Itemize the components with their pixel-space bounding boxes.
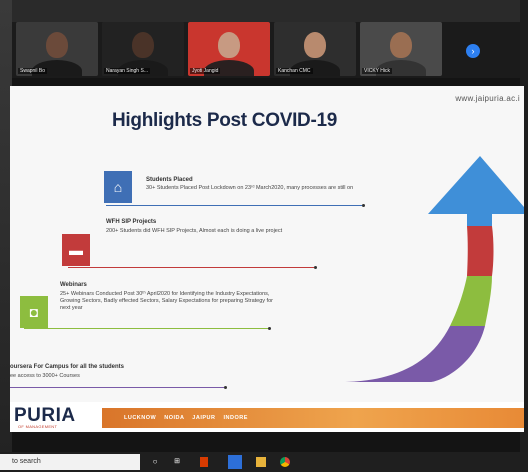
participant-name: Kanchan CMC [276,68,313,74]
participant-strip: Swapnil Bo Narayan Singh S... Jyoti Jang… [12,22,520,78]
chat-icon: ▬ [62,234,90,266]
brand-tagline: OF MANAGEMENT [18,424,58,429]
campus-cities: LUCKNOW NOIDA JAIPUR INDORE [124,415,248,421]
windows-taskbar: to search ○ ⊞ [0,452,528,472]
item-divider-dot [362,204,365,207]
item-divider-dot [314,266,317,269]
participant-face [390,32,412,58]
chrome-icon[interactable] [280,457,290,467]
participant-tile[interactable]: Jyoti Jangid [188,22,270,76]
next-participants-button[interactable]: › [466,44,480,58]
item-divider-dot [224,386,227,389]
cortana-icon[interactable]: ○ [150,457,160,467]
arrow-segment-purple [340,326,485,382]
participant-face [218,32,240,58]
room-top [0,0,528,22]
participant-face [46,32,68,58]
participant-name: VICKY Hick [362,68,393,74]
participant-face [304,32,326,58]
participant-tile[interactable]: Narayan Singh S... [102,22,184,76]
item-divider [106,205,362,206]
app-icon[interactable] [228,455,242,469]
item-divider [68,267,314,268]
slide-footer: PURIA OF MANAGEMENT LUCKNOW NOIDA JAIPUR… [10,402,524,432]
task-view-icon[interactable]: ⊞ [172,457,182,467]
item-divider [24,328,268,329]
participant-name: Jyoti Jangid [190,68,221,74]
item-divider-dot [268,327,271,330]
participant-name: Narayan Singh S... [104,68,150,74]
participant-face [132,32,154,58]
participant-tile[interactable]: VICKY Hick [360,22,442,76]
participant-tile[interactable]: Kanchan CMC [274,22,356,76]
taskbar-search-input[interactable]: to search [0,454,140,470]
office-icon[interactable] [200,457,208,467]
camera-icon: ◘ [20,296,48,328]
home-icon: ⌂ [104,171,132,203]
participant-name: Swapnil Bo [18,68,48,74]
item-heading: Webinars [60,282,87,288]
arrow-segment-green [450,276,492,326]
arrow-segment-blue [428,156,524,226]
item-heading: WFH SIP Projects [106,219,157,225]
chevron-right-icon: › [471,46,475,56]
item-description: 25+ Webinars Conducted Post 30ᵗʰ April20… [60,291,273,311]
participant-tile[interactable]: Swapnil Bo [16,22,98,76]
item-description: ee access to 3000+ Courses [10,373,80,379]
item-description: 200+ Students did WFH SIP Projects, Almo… [106,228,283,234]
item-divider [10,387,224,388]
item-heading: Students Placed [146,177,193,183]
arrow-segment-red [467,226,494,276]
file-explorer-icon[interactable] [256,457,266,467]
item-description: 30+ Students Placed Post Lockdown on 23ʳ… [146,185,354,191]
item-heading: oursera For Campus for all the students [10,364,125,370]
shared-slide: www.jaipuria.ac.i Highlights Post COVID-… [10,86,524,432]
